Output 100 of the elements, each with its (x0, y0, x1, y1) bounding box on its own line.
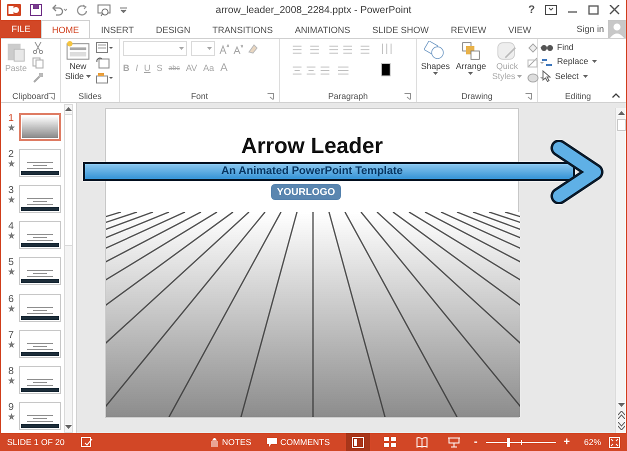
scroll-up-icon[interactable] (65, 107, 72, 112)
file-tab[interactable]: FILE (1, 20, 41, 38)
shapes-icon (424, 41, 446, 61)
caret-icon (517, 75, 522, 78)
find-button[interactable]: Find (541, 42, 598, 52)
slide-thumbnail[interactable] (19, 257, 61, 286)
font-format-button[interactable]: A (220, 62, 228, 74)
font-format-button[interactable]: U (144, 63, 151, 73)
spell-check-icon[interactable] (80, 436, 93, 448)
font-format-button[interactable]: S (156, 63, 163, 73)
notes-button[interactable]: NOTES (210, 437, 252, 447)
view-button[interactable] (346, 433, 370, 451)
shapes-button[interactable]: Shapes (420, 41, 451, 75)
ribbon-tab[interactable]: ANIMATIONS (284, 20, 362, 38)
scrollbar[interactable] (615, 108, 626, 433)
caret-icon (179, 47, 184, 50)
zoom-level[interactable]: 62% (584, 437, 601, 447)
new-slide-button[interactable]: New Slide (64, 41, 92, 81)
slide-thumbnail[interactable] (19, 149, 61, 178)
font-size-field[interactable] (191, 41, 215, 56)
grow-font-icon[interactable] (219, 44, 229, 54)
font-name-field[interactable] (123, 41, 187, 56)
shrink-font-icon[interactable] (233, 44, 243, 54)
scroll-thumb[interactable] (616, 119, 626, 131)
paste-button[interactable]: Paste (4, 41, 28, 73)
scissors-icon[interactable] (32, 42, 44, 54)
zoom-slider[interactable] (486, 438, 556, 446)
slide-thumbnail[interactable] (19, 366, 61, 394)
star-icon (8, 196, 14, 204)
quick-styles-button[interactable]: Quick Styles (491, 41, 524, 81)
shape-outline-icon[interactable] (527, 57, 546, 69)
font-format-button[interactable]: B (123, 63, 130, 73)
slide-title: Arrow Leader (241, 133, 383, 159)
scroll-down-icon[interactable] (65, 425, 72, 430)
comments-button[interactable]: COMMENTS (267, 437, 330, 447)
slide-subtitle: An Animated PowerPoint Template (221, 165, 403, 177)
caret-icon (468, 72, 474, 75)
quick-styles-icon (497, 41, 518, 61)
caret-icon (86, 75, 91, 78)
select-button[interactable]: Select (541, 70, 598, 82)
ribbon-tab[interactable]: SLIDE SHOW (361, 20, 440, 38)
window-title: arrow_leader_2008_2284.pptx - PowerPoint (216, 4, 412, 16)
arrange-button[interactable]: Arrange (454, 41, 488, 75)
caret-icon (432, 72, 438, 75)
ribbon-tab[interactable]: REVIEW (440, 20, 498, 38)
slide-thumbnail[interactable] (19, 330, 61, 358)
dialog-launcher-icon[interactable] (525, 92, 532, 100)
sign-in-link[interactable]: Sign in (576, 24, 604, 34)
star-icon (8, 304, 14, 312)
slide-thumbnail[interactable] (19, 294, 61, 322)
ribbon-tab[interactable]: HOME (41, 20, 90, 38)
close-icon[interactable] (609, 5, 620, 15)
slide-thumbnail[interactable] (19, 402, 61, 430)
maximize-icon[interactable] (588, 5, 599, 15)
ribbon-display-icon[interactable] (545, 5, 557, 15)
zoom-out-button[interactable]: - (474, 436, 478, 448)
arrange-icon (460, 41, 481, 61)
slide-thumbnail[interactable] (19, 221, 61, 250)
double-down-icon[interactable] (618, 422, 624, 430)
ribbon-tab[interactable]: VIEW (497, 20, 542, 38)
reset-icon[interactable] (96, 57, 110, 69)
shape-effects-icon[interactable] (527, 72, 546, 84)
replace-button[interactable]: Replace (541, 56, 598, 66)
scroll-down-icon[interactable] (618, 403, 624, 408)
scrollbar[interactable] (64, 104, 73, 433)
logo-badge: YOURLOGO (271, 184, 341, 200)
caret-icon (592, 60, 598, 62)
dialog-launcher-icon[interactable] (48, 92, 55, 100)
save-icon[interactable] (30, 4, 42, 16)
section-icon[interactable] (96, 72, 114, 84)
caret-icon[interactable] (120, 7, 127, 13)
collapse-ribbon-icon[interactable] (612, 93, 620, 98)
redo-icon[interactable] (76, 4, 88, 16)
ribbon-tab[interactable]: TRANSITIONS (201, 20, 284, 38)
slide-counter: SLIDE 1 OF 20 (7, 437, 65, 447)
dialog-launcher-icon[interactable] (404, 92, 411, 100)
ribbon-tab[interactable]: INSERT (90, 20, 145, 38)
fit-slide-icon[interactable] (609, 436, 620, 448)
projector-screen-icon (448, 436, 460, 448)
layout-icon[interactable] (96, 42, 114, 54)
copy-icon[interactable] (32, 57, 44, 69)
font-format-button[interactable]: AV (186, 63, 198, 73)
slide-number: 6 (8, 294, 14, 305)
font-format-button[interactable]: Aa (203, 63, 214, 73)
double-up-icon[interactable] (618, 411, 624, 419)
star-icon (8, 160, 14, 168)
slide-thumbnail[interactable] (19, 113, 61, 141)
dialog-launcher-icon[interactable] (267, 92, 274, 100)
group-label: Font (190, 91, 208, 101)
slide-number: 7 (8, 330, 14, 341)
font-format-button[interactable]: I (136, 63, 138, 73)
undo-icon[interactable] (51, 4, 67, 16)
presentation-icon[interactable] (97, 4, 111, 16)
help-button[interactable]: ? (528, 4, 535, 16)
brush-icon[interactable] (32, 72, 44, 84)
scroll-up-icon[interactable] (618, 111, 624, 116)
ribbon-tab[interactable]: DESIGN (144, 20, 202, 38)
zoom-in-button[interactable]: + (564, 436, 570, 448)
slide-number: 1 (8, 113, 14, 124)
slide-thumbnail[interactable] (19, 185, 61, 214)
